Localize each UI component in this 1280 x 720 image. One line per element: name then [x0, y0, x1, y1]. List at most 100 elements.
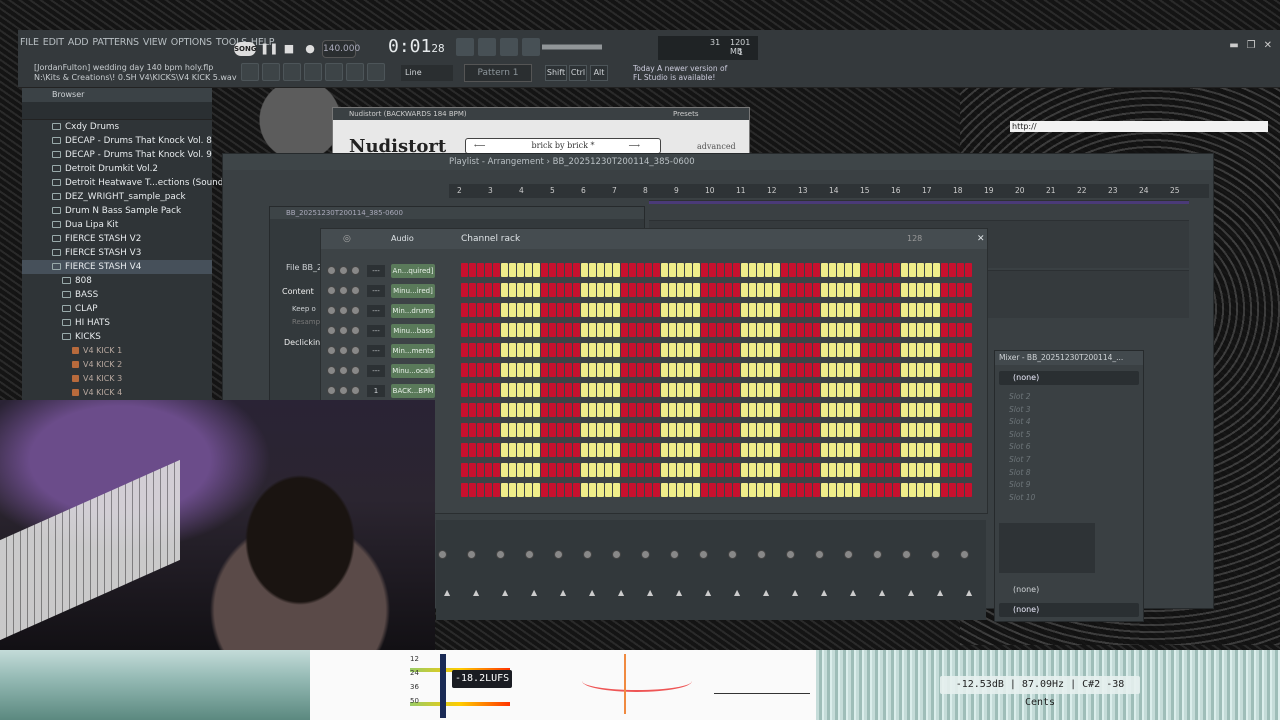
step-button[interactable] [949, 423, 956, 437]
step-button[interactable] [685, 403, 692, 417]
mixer-track-number[interactable]: --- [367, 325, 385, 337]
step-button[interactable] [829, 463, 836, 477]
step-button[interactable] [653, 363, 660, 377]
step-button[interactable] [661, 383, 668, 397]
step-button[interactable] [733, 423, 740, 437]
step-button[interactable] [965, 363, 972, 377]
step-button[interactable] [621, 343, 628, 357]
step-button[interactable] [829, 323, 836, 337]
step-button[interactable] [709, 423, 716, 437]
step-button[interactable] [965, 483, 972, 497]
step-button[interactable] [861, 443, 868, 457]
step-button[interactable] [485, 483, 492, 497]
minimize-icon[interactable]: ▬ [1229, 40, 1238, 51]
step-button[interactable] [581, 383, 588, 397]
step-button[interactable] [717, 383, 724, 397]
step-button[interactable] [733, 303, 740, 317]
step-button[interactable] [773, 443, 780, 457]
step-button[interactable] [613, 403, 620, 417]
step-button[interactable] [949, 443, 956, 457]
step-button[interactable] [845, 403, 852, 417]
step-button[interactable] [845, 283, 852, 297]
step-button[interactable] [501, 263, 508, 277]
step-button[interactable] [733, 483, 740, 497]
arrow-up-icon[interactable]: ▲ [879, 588, 885, 597]
step-button[interactable] [509, 283, 516, 297]
typing-keyboard-icon[interactable] [456, 38, 474, 56]
step-button[interactable] [645, 363, 652, 377]
step-button[interactable] [717, 363, 724, 377]
step-button[interactable] [653, 303, 660, 317]
step-button[interactable] [741, 363, 748, 377]
step-button[interactable] [525, 483, 532, 497]
step-button[interactable] [485, 323, 492, 337]
step-button[interactable] [741, 443, 748, 457]
step-button[interactable] [725, 343, 732, 357]
step-button[interactable] [909, 483, 916, 497]
step-button[interactable] [717, 263, 724, 277]
channel-name-button[interactable]: Minu...bass [391, 324, 435, 338]
step-button[interactable] [757, 323, 764, 337]
step-button[interactable] [917, 463, 924, 477]
step-button[interactable] [853, 363, 860, 377]
step-button[interactable] [549, 263, 556, 277]
playlist-clip[interactable] [649, 200, 1189, 204]
channel-knob[interactable] [351, 366, 360, 375]
sampler-resample[interactable]: Resamp [292, 318, 320, 326]
step-button[interactable] [517, 463, 524, 477]
step-button[interactable] [509, 303, 516, 317]
step-button[interactable] [925, 483, 932, 497]
wait-icon[interactable] [500, 38, 518, 56]
step-button[interactable] [901, 263, 908, 277]
step-button[interactable] [701, 303, 708, 317]
step-button[interactable] [965, 283, 972, 297]
step-button[interactable] [525, 443, 532, 457]
step-button[interactable] [469, 403, 476, 417]
mixer-track-number[interactable]: --- [367, 265, 385, 277]
step-button[interactable] [621, 403, 628, 417]
channel-knob[interactable] [327, 266, 336, 275]
step-button[interactable] [493, 383, 500, 397]
step-button[interactable] [517, 443, 524, 457]
step-button[interactable] [869, 403, 876, 417]
step-button[interactable] [797, 483, 804, 497]
step-button[interactable] [837, 303, 844, 317]
step-button[interactable] [717, 423, 724, 437]
step-button[interactable] [597, 263, 604, 277]
step-button[interactable] [533, 403, 540, 417]
step-button[interactable] [589, 263, 596, 277]
step-button[interactable] [525, 323, 532, 337]
step-button[interactable] [629, 283, 636, 297]
record-icon[interactable]: ● [301, 40, 319, 58]
arrow-up-icon[interactable]: ▲ [676, 588, 682, 597]
step-button[interactable] [637, 303, 644, 317]
step-button[interactable] [741, 423, 748, 437]
step-button[interactable] [877, 363, 884, 377]
step-button[interactable] [773, 403, 780, 417]
step-button[interactable] [621, 483, 628, 497]
step-button[interactable] [821, 303, 828, 317]
step-button[interactable] [845, 343, 852, 357]
step-button[interactable] [621, 443, 628, 457]
step-button[interactable] [909, 343, 916, 357]
step-button[interactable] [485, 423, 492, 437]
step-button[interactable] [749, 423, 756, 437]
step-button[interactable] [813, 423, 820, 437]
channel-knob[interactable] [339, 386, 348, 395]
step-button[interactable] [933, 363, 940, 377]
step-button[interactable] [693, 483, 700, 497]
browser-item[interactable]: Detroit Heatwave T...ections (Sound Kit) [22, 176, 241, 190]
step-button[interactable] [613, 283, 620, 297]
channel-name-button[interactable]: Minu...ired] [391, 284, 435, 298]
step-button[interactable] [829, 363, 836, 377]
step-button[interactable] [709, 323, 716, 337]
step-button[interactable] [581, 483, 588, 497]
step-button[interactable] [621, 283, 628, 297]
step-button[interactable] [573, 463, 580, 477]
step-button[interactable] [821, 263, 828, 277]
step-button[interactable] [933, 443, 940, 457]
step-button[interactable] [893, 463, 900, 477]
step-button[interactable] [477, 483, 484, 497]
step-button[interactable] [957, 323, 964, 337]
channel-knob[interactable] [351, 306, 360, 315]
